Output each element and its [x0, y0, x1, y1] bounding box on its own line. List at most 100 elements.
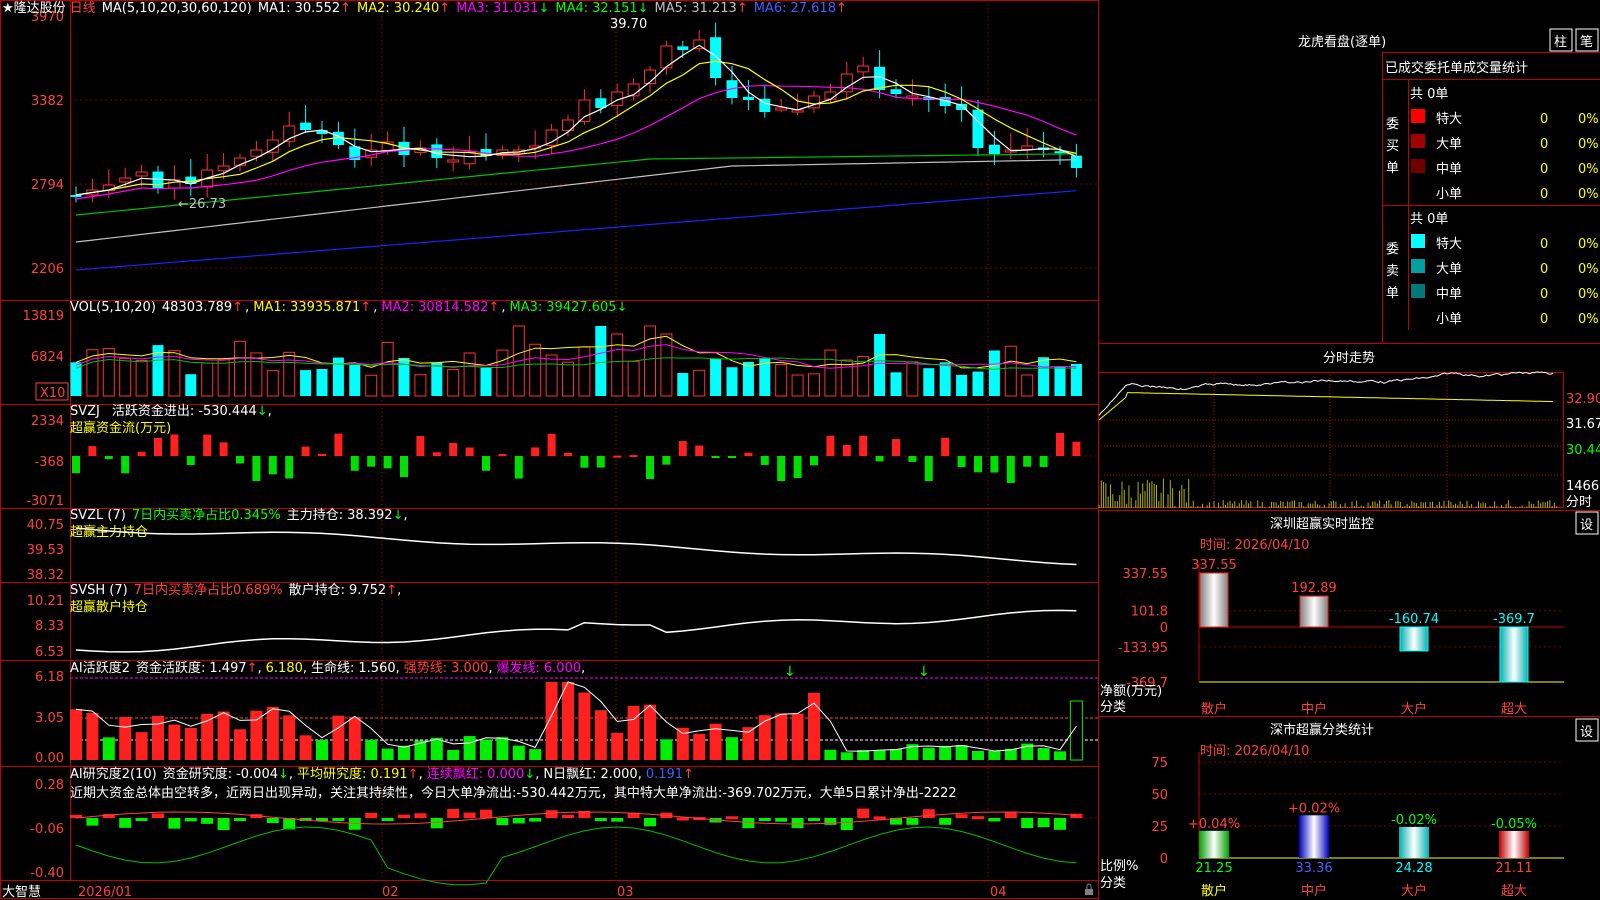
volume-bar [578, 346, 591, 397]
svzj-bar [941, 437, 950, 456]
ai2-bar [545, 810, 558, 818]
candle-up [906, 95, 919, 99]
ai2-bar [1070, 813, 1083, 818]
svzj-bar [334, 433, 343, 456]
row-pct: 0% [1578, 262, 1599, 277]
volume-bar [1070, 363, 1082, 396]
volume-bar [956, 374, 968, 396]
ma3-label: MA3: [456, 1, 489, 16]
volume-bar [857, 356, 870, 397]
svg-text:-0.06: -0.06 [30, 822, 64, 837]
svzj-bar [924, 456, 933, 482]
row-pct: 0% [1578, 237, 1599, 252]
ai1-bar [86, 712, 99, 760]
lhb-tabs[interactable]: 已成交委托单成交量统计 [1385, 60, 1528, 76]
volume-bar [119, 357, 132, 397]
volume-bar [808, 373, 820, 397]
price-tick: 2206 [31, 262, 64, 277]
row-label: 小单 [1436, 312, 1462, 327]
svzj-bar [203, 434, 212, 456]
sz-monitor-value: 337.55 [1191, 558, 1237, 573]
volume-bar [201, 362, 214, 397]
sz-class-value: 24.28 [1395, 861, 1432, 876]
svg-text:10.21: 10.21 [27, 594, 64, 609]
star-icon: ★ [2, 1, 14, 16]
svg-text:2334: 2334 [31, 414, 64, 429]
vol-tick: 13819 [23, 309, 64, 324]
ai1-bar [266, 706, 279, 760]
candle-down [1070, 155, 1082, 168]
ai1-bar [447, 749, 460, 760]
volume-bar [496, 349, 509, 397]
sz-monitor-tick: 101.8 [1131, 605, 1168, 620]
volume-bar [283, 351, 296, 397]
volume-bar [1038, 357, 1050, 396]
volume-bar [562, 361, 574, 397]
svzl-line [75, 527, 1077, 566]
x-tick: 2026/01 [78, 885, 132, 900]
row-count: 0 [1540, 312, 1548, 327]
bar-view-button[interactable]: 柱 [1549, 28, 1573, 52]
volume-bar [529, 343, 542, 397]
svg-text:6.53: 6.53 [35, 645, 64, 660]
sz-monitor-settings-button[interactable]: 设 [1575, 511, 1599, 535]
legend-swatch [1411, 109, 1425, 123]
x-tick: 03 [617, 885, 634, 900]
volume-bar [791, 374, 804, 397]
candle-down [742, 96, 754, 100]
sz-class-bar [1199, 830, 1229, 858]
sz-class-value: 33.36 [1295, 861, 1332, 876]
main-chart-canvas[interactable]: 3970 3382 2794 2206 ★隆达股份 日线 MA(5,10,20,30… [0, 0, 1600, 900]
candle-down [890, 89, 902, 94]
svzj-subtitle: 超赢资金流(万元) [70, 420, 171, 436]
ai1-bar [922, 747, 935, 760]
svzj-bar [170, 434, 179, 456]
ai1-bar [1037, 748, 1050, 760]
price-tick: 2794 [31, 178, 64, 193]
ai2-bar [316, 818, 328, 821]
candle-down [710, 37, 722, 78]
row-label: 特大 [1436, 237, 1462, 252]
volume-bar [185, 374, 197, 396]
ai2-bar [906, 818, 919, 825]
ai2-bar [857, 808, 870, 818]
svzj-bar [875, 456, 884, 462]
row-pct: 0% [1578, 137, 1599, 152]
sz-class-settings-button[interactable]: 设 [1575, 718, 1599, 742]
volume-bar [595, 326, 607, 396]
candle-up [775, 107, 788, 111]
ai1-bar [152, 715, 164, 760]
svzj-bar [367, 456, 376, 467]
svzj-bar [350, 456, 359, 471]
sz-class-time: 时间: 2026/04/10 [1200, 744, 1309, 759]
ai1-bar [562, 682, 574, 760]
vol-unit: X10 [40, 386, 65, 401]
svzj-bar [498, 454, 507, 457]
ma6-value: 27.618 [790, 1, 836, 16]
lock-icon[interactable] [1085, 883, 1093, 895]
row-pct: 0% [1578, 287, 1599, 302]
legend-swatch [1411, 234, 1425, 248]
svzl-hold: 38.392 [347, 508, 393, 523]
svzj-bar [629, 455, 638, 458]
sz-monitor-category: 超大 [1501, 702, 1527, 717]
svzj-header: SVZJ 活跃资金进出: -530.444↓, [70, 403, 272, 419]
svzj-bar [88, 446, 97, 456]
svzj-bar [744, 452, 753, 456]
volume-bar [923, 368, 935, 396]
volume-bar [972, 371, 984, 396]
sz-monitor-bar [1499, 626, 1529, 683]
svg-text:39.53: 39.53 [27, 543, 64, 558]
volume-bar [890, 372, 902, 396]
sz-monitor-tick: -133.95 [1118, 641, 1168, 656]
tick-view-button[interactable]: 笔 [1575, 28, 1599, 52]
volume-bar [1004, 345, 1017, 397]
volume-bar [710, 359, 722, 396]
sz-monitor-time: 时间: 2026/04/10 [1200, 538, 1309, 553]
ai2-bar [726, 816, 738, 820]
svzj-bar [400, 456, 408, 478]
volume-bar [611, 333, 624, 397]
candle-down [300, 122, 312, 130]
svzj-bar [842, 444, 851, 456]
svzl-header: SVZL (7) 7日内买卖净占比0.345% 主力持仓: 38.392↓, [70, 507, 408, 523]
